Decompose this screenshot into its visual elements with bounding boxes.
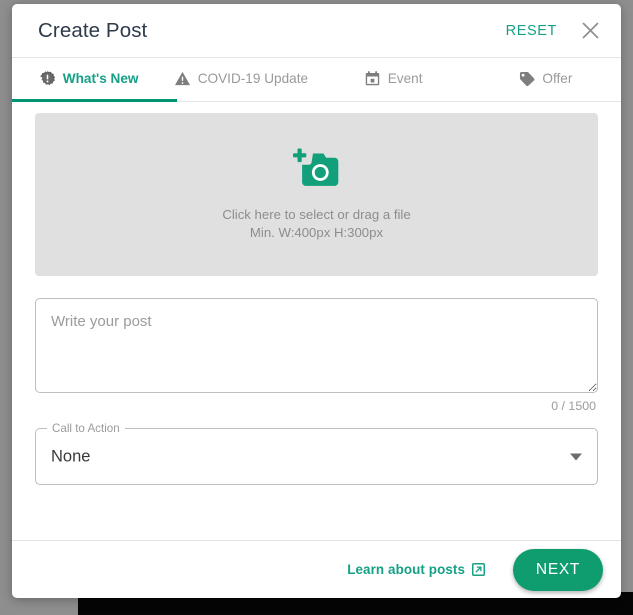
tab-event[interactable]: Event <box>317 58 469 101</box>
price-tag-icon <box>517 69 536 88</box>
post-textarea-wrapper <box>35 298 598 393</box>
tab-label: Offer <box>542 71 573 86</box>
learn-about-posts-link[interactable]: Learn about posts <box>347 562 485 577</box>
dropzone-secondary-text: Min. W:400px H:300px <box>249 225 384 240</box>
close-icon <box>581 21 600 40</box>
page-title: Create Post <box>38 18 148 42</box>
add-photo-icon <box>293 147 340 189</box>
call-to-action-select[interactable]: Call to Action None <box>35 422 598 485</box>
calendar-icon <box>363 69 382 88</box>
character-counter: 0 / 1500 <box>551 399 596 413</box>
image-dropzone[interactable]: Click here to select or drag a file Min.… <box>35 113 598 276</box>
badge-exclamation-icon <box>38 69 57 88</box>
page-root: Create Post RESET What's New COVID-19 Up… <box>0 0 633 615</box>
next-button[interactable]: NEXT <box>513 548 603 591</box>
dialog-body: Click here to select or drag a file Min.… <box>12 102 621 540</box>
reset-button[interactable]: RESET <box>498 17 565 45</box>
dropzone-primary-text: Click here to select or drag a file <box>222 207 411 223</box>
tab-whats-new[interactable]: What's New <box>12 58 164 101</box>
post-textarea[interactable] <box>35 298 598 393</box>
tab-label: Event <box>387 71 423 86</box>
call-to-action-label: Call to Action <box>47 422 125 435</box>
dialog-footer: Learn about posts NEXT <box>12 540 621 598</box>
active-tab-indicator <box>12 99 177 102</box>
external-link-icon <box>472 563 485 576</box>
close-button[interactable] <box>573 14 607 48</box>
tab-bar: What's New COVID-19 Update Event Offer <box>12 58 621 102</box>
chevron-down-icon <box>570 453 582 460</box>
dialog-header: Create Post RESET <box>12 4 621 58</box>
create-post-dialog: Create Post RESET What's New COVID-19 Up… <box>12 4 621 598</box>
call-to-action-value: None <box>51 447 91 465</box>
warning-triangle-icon <box>173 69 192 88</box>
learn-about-posts-label: Learn about posts <box>347 562 465 577</box>
tab-offer[interactable]: Offer <box>469 58 621 101</box>
tab-covid-19-update[interactable]: COVID-19 Update <box>164 58 316 101</box>
tab-label: What's New <box>62 71 139 86</box>
tab-label: COVID-19 Update <box>197 71 309 86</box>
